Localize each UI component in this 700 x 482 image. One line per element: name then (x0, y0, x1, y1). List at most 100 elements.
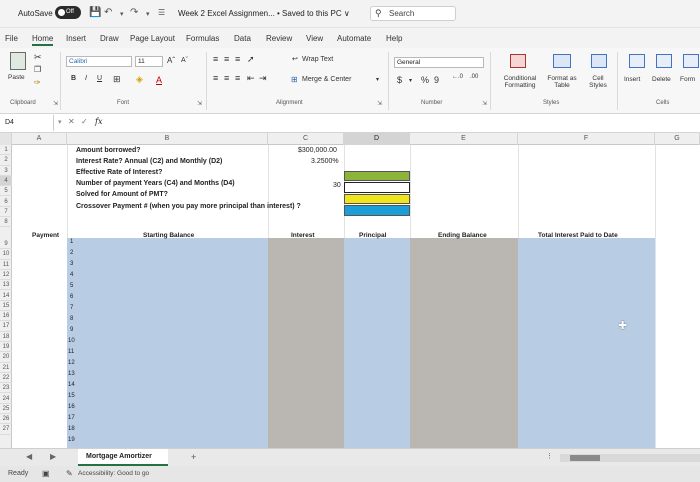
starting-balance-column-fill[interactable] (67, 238, 268, 460)
format-as-table-icon[interactable] (553, 54, 571, 68)
payment-number[interactable]: 11 (68, 349, 74, 355)
scroll-separator-icon[interactable]: ⋮ (546, 452, 553, 460)
payment-number[interactable]: 14 (68, 382, 75, 388)
italic-button[interactable]: I (85, 75, 87, 82)
payment-number[interactable]: 3 (70, 261, 73, 267)
select-all-corner[interactable] (0, 133, 12, 145)
format-cells-icon[interactable] (683, 54, 699, 68)
cell-styles-button[interactable]: Cell Styles (583, 75, 613, 89)
macro-record-icon[interactable]: ▣ (42, 469, 50, 478)
total-interest-column-fill[interactable] (518, 238, 655, 460)
add-sheet-icon[interactable]: + (191, 452, 196, 462)
bold-button[interactable]: B (71, 75, 76, 82)
payment-number[interactable]: 4 (70, 272, 73, 278)
crossover-cell[interactable] (344, 205, 410, 216)
format-as-table-button[interactable]: Format as Table (543, 75, 581, 89)
increase-indent-icon[interactable]: ⇥ (259, 73, 267, 84)
row-header[interactable]: 23 (0, 383, 12, 394)
tab-file[interactable]: File (5, 34, 18, 43)
currency-dropdown-icon[interactable]: ▾ (409, 77, 412, 84)
cell-styles-icon[interactable] (591, 54, 607, 68)
number-format-select[interactable]: General (394, 57, 484, 68)
principal-column-fill[interactable] (344, 238, 410, 460)
row-header[interactable]: 13 (0, 280, 12, 291)
payment-number[interactable]: 15 (68, 393, 75, 399)
row-header[interactable]: 5 (0, 186, 12, 197)
total-interest-header[interactable]: Total Interest Paid to Date (538, 232, 618, 239)
payment-number[interactable]: 5 (70, 283, 73, 289)
interest-header[interactable]: Interest (291, 232, 314, 239)
paste-button[interactable]: Paste (8, 74, 25, 81)
tab-home[interactable]: Home (32, 34, 54, 46)
column-header-a[interactable]: A (12, 133, 67, 145)
column-header-e[interactable]: E (410, 133, 518, 145)
horizontal-scroll-thumb[interactable] (570, 455, 600, 461)
row-header[interactable]: 19 (0, 342, 12, 353)
row-header[interactable]: 17 (0, 321, 12, 332)
column-header-d[interactable]: D (344, 133, 410, 145)
delete-cells-icon[interactable] (656, 54, 672, 68)
merge-dropdown-icon[interactable]: ▾ (376, 76, 379, 83)
payment-number[interactable]: 1 (70, 239, 73, 245)
wrap-text-button[interactable]: Wrap Text (302, 56, 333, 63)
effective-rate-label[interactable]: Effective Rate of Interest? (76, 169, 162, 176)
borders-icon[interactable]: ⊞ (113, 74, 121, 85)
row-header[interactable]: 8 (0, 217, 12, 228)
row-header[interactable]: 18 (0, 332, 12, 342)
formula-input[interactable] (110, 115, 700, 131)
payment-number[interactable]: 6 (70, 294, 73, 300)
column-header-f[interactable]: F (518, 133, 655, 145)
top-align-icon[interactable]: ≡ (213, 54, 218, 64)
row-header[interactable]: 10 (0, 249, 12, 260)
conditional-formatting-button[interactable]: Conditional Formatting (497, 75, 543, 89)
years-value[interactable]: 30 (333, 182, 341, 189)
clipboard-launcher-icon[interactable]: ⇲ (53, 100, 58, 107)
payment-number[interactable]: 10 (68, 338, 75, 344)
copy-icon[interactable]: ❐ (34, 65, 41, 74)
increase-font-icon[interactable]: Aˆ (167, 56, 175, 65)
enter-icon[interactable]: ✓ (81, 117, 88, 126)
delete-button[interactable]: Delete (652, 76, 671, 83)
paste-icon[interactable] (10, 52, 26, 70)
annual-rate-value[interactable]: 3.2500% (311, 158, 339, 165)
cancel-icon[interactable]: ✕ (68, 117, 75, 126)
percent-format-icon[interactable]: % (421, 75, 429, 85)
comma-format-icon[interactable]: 9 (434, 75, 439, 85)
payment-number[interactable]: 19 (68, 437, 75, 443)
alignment-launcher-icon[interactable]: ⇲ (377, 100, 382, 107)
tab-page-layout[interactable]: Page Layout (130, 34, 175, 43)
row-header[interactable]: 3 (0, 166, 12, 176)
row-header[interactable]: 20 (0, 352, 12, 363)
tab-draw[interactable]: Draw (100, 34, 119, 43)
principal-header[interactable]: Principal (359, 232, 386, 239)
row-header[interactable]: 26 (0, 414, 12, 425)
merge-center-button[interactable]: Merge & Center (302, 76, 351, 83)
previous-sheet-icon[interactable]: ◀ (26, 452, 32, 461)
accessibility-icon[interactable]: ✎ (66, 469, 73, 478)
pmt-label[interactable]: Solved for Amount of PMT? (76, 191, 168, 198)
currency-format-icon[interactable]: $ (397, 75, 402, 85)
column-header-c[interactable]: C (268, 133, 344, 145)
redo-icon[interactable]: ↷ (130, 7, 138, 18)
row-header[interactable]: 6 (0, 197, 12, 207)
payment-months-cell[interactable] (344, 182, 410, 193)
bottom-align-icon[interactable]: ≡ (235, 54, 240, 64)
decrease-font-icon[interactable]: Aˇ (181, 57, 188, 64)
amount-borrowed-value[interactable]: $300,000.00 (298, 147, 337, 154)
payment-number[interactable]: 17 (68, 415, 75, 421)
align-right-icon[interactable]: ≡ (235, 73, 240, 83)
tab-review[interactable]: Review (266, 34, 292, 43)
payment-header[interactable]: Payment (32, 232, 59, 239)
orientation-icon[interactable]: ➚ (247, 54, 255, 65)
interest-rate-label[interactable]: Interest Rate? Annual (C2) and Monthly (… (76, 158, 222, 165)
row-header[interactable]: 21 (0, 363, 12, 373)
sheet-tab-mortgage[interactable]: Mortgage Amortizer (78, 449, 168, 466)
tab-data[interactable]: Data (234, 34, 251, 43)
align-left-icon[interactable]: ≡ (213, 73, 218, 83)
cut-icon[interactable]: ✂ (34, 52, 42, 63)
save-icon[interactable]: 💾 (89, 7, 101, 18)
interest-column-fill[interactable] (268, 238, 344, 460)
font-name-select[interactable]: Calibri (66, 56, 132, 67)
next-sheet-icon[interactable]: ▶ (50, 452, 56, 461)
row-header[interactable]: 7 (0, 207, 12, 218)
